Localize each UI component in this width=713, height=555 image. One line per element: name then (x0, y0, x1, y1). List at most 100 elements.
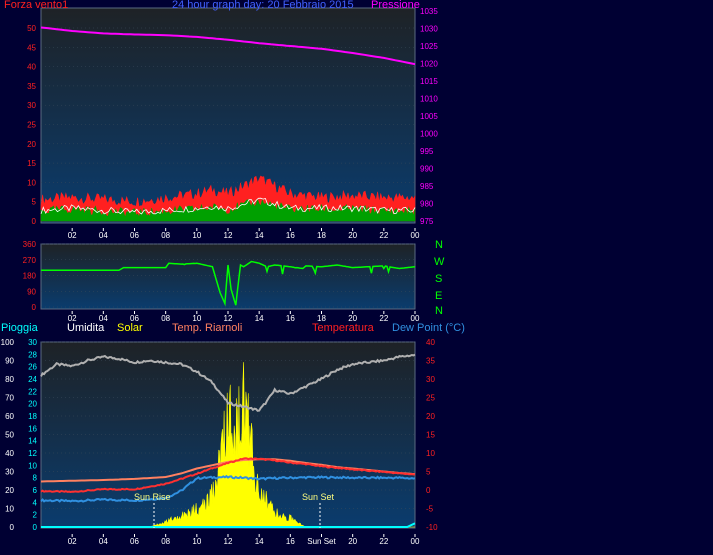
pressure-ytick: 1005 (420, 112, 438, 121)
temp-xtick: 16 (286, 537, 295, 546)
direction-ytick: 0 (32, 303, 37, 312)
pressure-ytick: 980 (420, 200, 434, 209)
humidity-ytick: 22 (28, 387, 37, 396)
temp-xtick: 06 (130, 537, 139, 546)
pressure-ytick: 985 (420, 182, 434, 191)
direction-ytick: 180 (23, 272, 37, 281)
direction-xtick: 16 (286, 314, 295, 323)
wind-ytick: 45 (27, 43, 36, 52)
wind-ytick: 40 (27, 63, 36, 72)
wind-xtick: 18 (317, 231, 326, 240)
pressure-ytick: 1010 (420, 95, 438, 104)
compass-e: E (435, 290, 442, 302)
wind-ytick: 30 (27, 101, 36, 110)
pressure-ytick: 1015 (420, 77, 438, 86)
humidity-ytick: 24 (28, 375, 37, 384)
temp-xtick: Sun Set (307, 537, 336, 546)
compass-s: S (435, 273, 442, 285)
weather-chart: 0510152025303540455097598098599099510001… (0, 0, 713, 555)
wind-xtick: 10 (192, 231, 201, 240)
wind-xtick: 02 (68, 231, 77, 240)
pressure-ytick: 995 (420, 147, 434, 156)
wind-xtick: 08 (161, 231, 170, 240)
pressure-ytick: 1020 (420, 60, 438, 69)
rain-ytick: 60 (5, 412, 14, 421)
wind-ytick: 10 (27, 178, 36, 187)
temperature-ytick: 25 (426, 394, 435, 403)
wind-axis-title: Forza vento1 (4, 0, 68, 11)
temperature-ytick: 35 (426, 357, 435, 366)
temp-xtick: 08 (161, 537, 170, 546)
direction-xtick: 14 (255, 314, 264, 323)
direction-xtick: 22 (379, 314, 388, 323)
humidity-ytick: 18 (28, 412, 37, 421)
humidity-ytick: 10 (28, 461, 37, 470)
wind-xtick: 14 (255, 231, 264, 240)
direction-ytick: 270 (23, 256, 37, 265)
wind-ytick: 5 (32, 198, 37, 207)
pressure-ytick: 975 (420, 217, 434, 226)
wind-ytick: 15 (27, 159, 36, 168)
humidity-ytick: 2 (33, 511, 38, 520)
rain-ytick: 70 (5, 394, 14, 403)
wind-ytick: 20 (27, 140, 36, 149)
temperature-ytick: 10 (426, 449, 435, 458)
wind-xtick: 12 (224, 231, 233, 240)
sunset-label: Sun Set (302, 492, 335, 502)
humidity-ytick: 20 (28, 400, 37, 409)
temperature-ytick: -5 (426, 505, 434, 514)
temp-xtick: 14 (255, 537, 264, 546)
wind-ytick: 0 (32, 217, 37, 226)
humidity-ytick: 14 (28, 437, 37, 446)
temp-xtick: 12 (224, 537, 233, 546)
rain-ytick: 50 (5, 431, 14, 440)
humidity-ytick: 28 (28, 350, 37, 359)
temperature-ytick: -10 (426, 523, 438, 532)
direction-panel (40, 243, 416, 310)
humidity-ytick: 0 (33, 523, 38, 532)
humidity-ytick: 8 (33, 474, 38, 483)
temperature-ytick: 40 (426, 338, 435, 347)
temp-xtick: 20 (348, 537, 357, 546)
pressure-ytick: 1035 (420, 7, 438, 16)
chart-title: 24 hour graph day: 20 Febbraio 2015 (172, 0, 354, 11)
temp-xtick: 00 (411, 537, 420, 546)
humidity-ytick: 26 (28, 363, 37, 372)
compass-n-bottom: N (435, 305, 443, 317)
temp-xtick: 22 (379, 537, 388, 546)
temperature-ytick: 20 (426, 412, 435, 421)
pressure-ytick: 1025 (420, 42, 438, 51)
sunrise-label: Sun Rise (134, 492, 171, 502)
compass-w: W (434, 256, 445, 268)
pressure-ytick: 1000 (420, 130, 438, 139)
humidity-ytick: 6 (33, 486, 38, 495)
humidity-ytick: 30 (28, 338, 37, 347)
humidity-ytick: 4 (33, 498, 38, 507)
temperature-ytick: 15 (426, 431, 435, 440)
direction-ytick: 90 (27, 287, 36, 296)
pressure-ytick: 1030 (420, 25, 438, 34)
temperature-ytick: 0 (426, 486, 431, 495)
compass-n-top: N (435, 239, 443, 251)
temperature-ytick: 30 (426, 375, 435, 384)
temp-xtick: 02 (68, 537, 77, 546)
wind-xtick: 22 (379, 231, 388, 240)
direction-xtick: 08 (161, 314, 170, 323)
wind-xtick: 16 (286, 231, 295, 240)
rain-ytick: 30 (5, 468, 14, 477)
wind-xtick: 20 (348, 231, 357, 240)
rain-ytick: 80 (5, 375, 14, 384)
legend-humidity: Umidita (67, 322, 105, 334)
humidity-ytick: 16 (28, 424, 37, 433)
wind-xtick: 00 (411, 231, 420, 240)
rain-ytick: 90 (5, 357, 14, 366)
rain-ytick: 20 (5, 486, 14, 495)
direction-ytick: 360 (23, 240, 37, 249)
humidity-ytick: 12 (28, 449, 37, 458)
temp-xtick: 10 (192, 537, 201, 546)
temp-xtick: 04 (99, 537, 108, 546)
wind-xtick: 06 (130, 231, 139, 240)
legend-temperature: Temperatura (312, 322, 375, 334)
wind-ytick: 25 (27, 121, 36, 130)
pressure-axis-title: Pressione (371, 0, 420, 11)
